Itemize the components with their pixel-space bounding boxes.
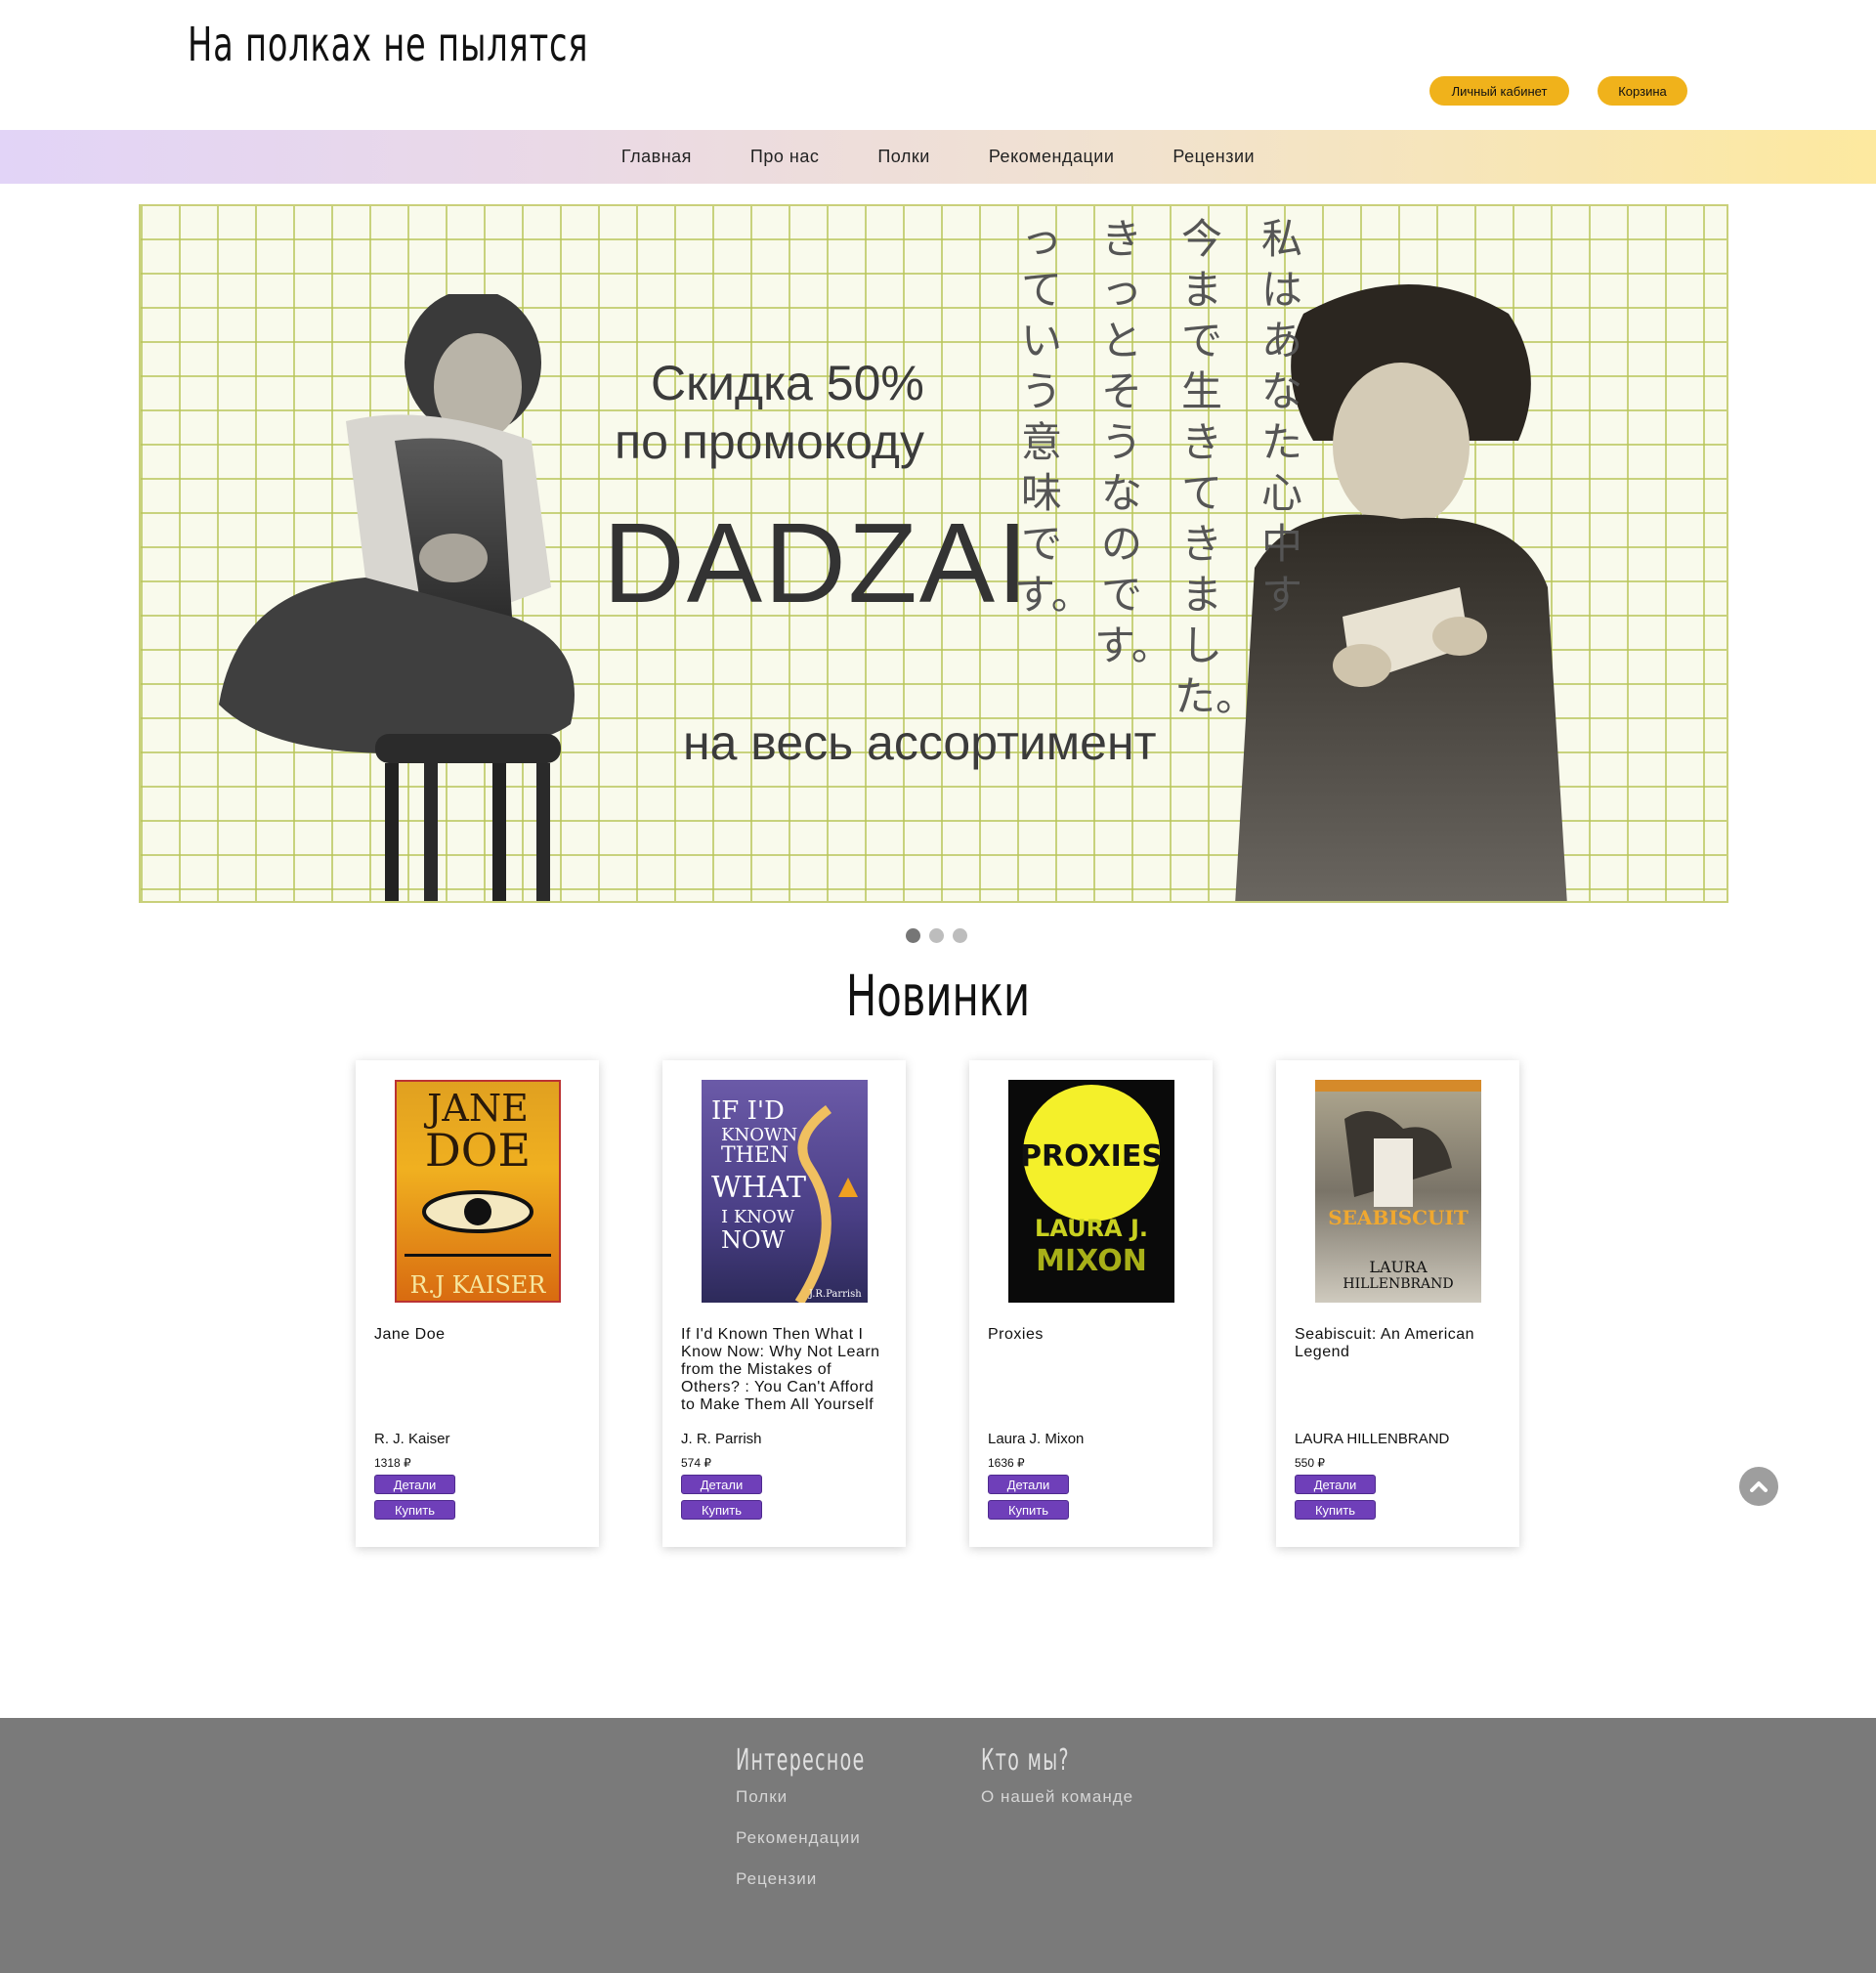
book-price: 1318 ₽ — [374, 1456, 411, 1470]
buy-button[interactable]: Купить — [988, 1500, 1069, 1520]
footer-link-team[interactable]: О нашей команде — [981, 1787, 1133, 1828]
cover-text: R.J KAISER — [410, 1271, 547, 1299]
promo-banner[interactable]: 私はあなた心中す 今まで生きてきました。 きっとそうなのです。 っていう意味です… — [139, 204, 1728, 903]
jp-text-col-2: 今まで生きてきました。 — [1174, 215, 1258, 720]
section-title-new: Новинки — [845, 963, 1031, 1029]
buy-button[interactable]: Купить — [681, 1500, 762, 1520]
nav-item-home[interactable]: Главная — [592, 147, 721, 167]
book-price: 550 ₽ — [1295, 1456, 1325, 1470]
book-title[interactable]: Seabiscuit: An American Legend — [1295, 1326, 1505, 1361]
banner-photo-left — [219, 294, 575, 901]
book-title[interactable]: If I'd Known Then What I Know Now: Why N… — [681, 1326, 891, 1414]
cover-text: LAURA — [1369, 1258, 1428, 1276]
buy-button[interactable]: Купить — [374, 1500, 455, 1520]
footer-heading: Интересное — [736, 1743, 866, 1778]
cart-button[interactable]: Корзина — [1598, 76, 1687, 106]
buy-button[interactable]: Купить — [1295, 1500, 1376, 1520]
details-button[interactable]: Детали — [681, 1475, 762, 1494]
footer-link-reviews[interactable]: Рецензии — [736, 1869, 921, 1910]
cover-text: THEN — [721, 1143, 789, 1168]
jp-text-col-3: きっとそうなのです。 — [1094, 215, 1172, 669]
cover-text: DOE — [425, 1124, 531, 1177]
promo-code: DADZAI — [603, 499, 1031, 626]
chevron-up-icon — [1750, 1481, 1768, 1492]
book-author: R. J. Kaiser — [374, 1431, 450, 1447]
carousel-dot-1[interactable] — [906, 928, 920, 943]
details-button[interactable]: Детали — [374, 1475, 455, 1494]
book-cover-proxies[interactable]: PROXIES LAURA J. MIXON — [1008, 1080, 1174, 1303]
nav-item-about[interactable]: Про нас — [721, 147, 848, 167]
cover-text: HILLENBRAND — [1343, 1276, 1453, 1292]
book-price: 1636 ₽ — [988, 1456, 1025, 1470]
details-button[interactable]: Детали — [1295, 1475, 1376, 1494]
book-author: J. R. Parrish — [681, 1431, 762, 1447]
cover-text: KNOWN — [721, 1125, 797, 1145]
book-cover-jane-doe[interactable]: JANE DOE R.J KAISER — [395, 1080, 561, 1303]
book-cover-seabiscuit[interactable]: SEABISCUIT LAURA HILLENBRAND — [1315, 1080, 1481, 1303]
carousel-dot-3[interactable] — [953, 928, 967, 943]
details-button[interactable]: Детали — [988, 1475, 1069, 1494]
book-price: 574 ₽ — [681, 1456, 711, 1470]
cover-text: I KNOW — [721, 1207, 795, 1227]
book-title[interactable]: Jane Doe — [374, 1326, 584, 1344]
site-logo[interactable]: На полках не пылятся — [188, 18, 588, 72]
carousel-dot-2[interactable] — [929, 928, 944, 943]
cover-text: NOW — [721, 1226, 786, 1254]
footer-link-recommendations[interactable]: Рекомендации — [736, 1828, 921, 1869]
cover-text: SEABISCUIT — [1328, 1206, 1469, 1229]
cover-text: LAURA J. — [1035, 1215, 1148, 1242]
cover-text: IF I'D — [711, 1096, 785, 1126]
book-card: SEABISCUIT LAURA HILLENBRAND Seabiscuit:… — [1276, 1060, 1519, 1547]
book-card: IF I'D KNOWN THEN WHAT I KNOW NOW J.R.Pa… — [662, 1060, 906, 1547]
book-card: PROXIES LAURA J. MIXON Proxies Laura J. … — [969, 1060, 1213, 1547]
promo-code-caption: по промокоду — [615, 414, 924, 469]
nav-item-reviews[interactable]: Рецензии — [1143, 147, 1284, 167]
account-button[interactable]: Личный кабинет — [1429, 76, 1569, 106]
cover-text: J.R.Parrish — [808, 1289, 862, 1300]
cover-text: PROXIES — [1020, 1139, 1163, 1174]
carousel-indicators — [906, 928, 967, 943]
cover-text: WHAT — [711, 1171, 806, 1205]
nav-item-shelves[interactable]: Полки — [848, 147, 959, 167]
book-title[interactable]: Proxies — [988, 1326, 1198, 1344]
book-author: LAURA HILLENBRAND — [1295, 1431, 1450, 1447]
jp-text-col-1: 私はあなた心中す — [1260, 215, 1302, 619]
footer-heading: Кто мы? — [981, 1743, 1070, 1778]
promo-scope-text: на весь ассортимент — [683, 715, 1157, 770]
book-author: Laura J. Mixon — [988, 1431, 1085, 1447]
footer: Интересное Полки Рекомендации Рецензии К… — [0, 1718, 1876, 1973]
footer-col-interesting: Интересное Полки Рекомендации Рецензии — [736, 1743, 921, 1910]
nav-item-recommendations[interactable]: Рекомендации — [959, 147, 1144, 167]
promo-discount-text: Скидка 50% — [651, 356, 924, 410]
footer-col-who-we-are: Кто мы? О нашей команде — [981, 1743, 1133, 1828]
footer-link-shelves[interactable]: Полки — [736, 1787, 921, 1828]
book-card: JANE DOE R.J KAISER Jane Doe R. J. Kaise… — [356, 1060, 599, 1547]
scroll-to-top-button[interactable] — [1739, 1467, 1778, 1506]
cover-text: MIXON — [1036, 1244, 1147, 1278]
book-cover-if-id-known[interactable]: IF I'D KNOWN THEN WHAT I KNOW NOW J.R.Pa… — [702, 1080, 868, 1303]
main-nav: Главная Про нас Полки Рекомендации Рецен… — [0, 130, 1876, 184]
